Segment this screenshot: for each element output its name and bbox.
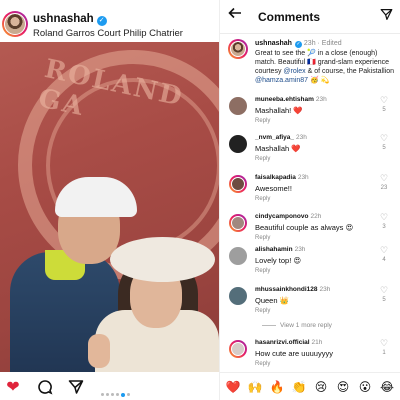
comment-username[interactable]: alishahamin 23h (255, 246, 305, 253)
emoji-clap[interactable]: 👏 (291, 379, 307, 395)
post-username[interactable]: ushnashah ✓ (33, 13, 107, 26)
heart-filled-icon[interactable]: ❤ (3, 379, 23, 397)
emoji-laughing[interactable]: 😂 (379, 379, 395, 395)
caption: ushnashah ✓ 23h · Edited Great to see the… (220, 36, 400, 86)
send-icon[interactable] (66, 379, 86, 397)
comment-username[interactable]: hasanrizvi.official 21h (255, 339, 322, 346)
emoji-surprised[interactable]: 😮 (357, 379, 373, 395)
comment-username[interactable]: faisalkapadia 23h (255, 174, 309, 181)
reply-link[interactable]: Reply (255, 235, 270, 241)
post-photo[interactable]: ROLAND GA (0, 42, 219, 372)
like-count: 23 (380, 185, 388, 191)
reply-link[interactable]: Reply (255, 268, 270, 274)
carousel-indicator (101, 386, 132, 400)
heart-outline-icon[interactable]: ♡ (378, 338, 390, 349)
comment-avatar[interactable] (229, 340, 247, 358)
comment-avatar[interactable] (229, 135, 247, 153)
verified-badge-icon: ✓ (96, 16, 107, 26)
emoji-fire[interactable]: 🔥 (269, 379, 285, 395)
post-actions: ❤ (0, 374, 219, 400)
reply-link[interactable]: Reply (255, 196, 270, 202)
emoji-heart[interactable]: ❤️ (225, 379, 241, 395)
comment-text: Mashallah! ❤️ (255, 106, 303, 115)
heart-outline-icon[interactable]: ♡ (378, 212, 390, 223)
heart-outline-icon[interactable]: ♡ (378, 95, 390, 106)
comment-avatar[interactable] (229, 247, 247, 265)
comment-username[interactable]: cindycamponovo 22h (255, 213, 321, 220)
comment-avatar[interactable] (229, 175, 247, 193)
mention-rolex[interactable]: @rolex (283, 68, 305, 75)
comment-item: faisalkapadia 23h Awesome!! Reply ♡ 23 (220, 173, 400, 213)
comment-avatar[interactable] (229, 287, 247, 305)
post-avatar[interactable] (2, 11, 28, 37)
reply-link[interactable]: Reply (255, 361, 270, 367)
heart-outline-icon[interactable]: ♡ (378, 245, 390, 256)
emoji-crying[interactable]: 😢 (313, 379, 329, 395)
comment-text: Beautiful couple as always 😍 (255, 223, 354, 232)
comment-item: mhussainkhondi128 23h Queen 👑 Reply ♡ 5 (220, 285, 400, 325)
heart-outline-icon[interactable]: ♡ (378, 285, 390, 296)
comment-text: Lovely top! 😍 (255, 256, 302, 265)
emoji-heart-eyes[interactable]: 😍 (335, 379, 351, 395)
like-count: 5 (382, 297, 386, 303)
photo-woman-hat (110, 237, 215, 282)
like-count: 5 (382, 107, 386, 113)
emoji-raised-hands[interactable]: 🙌 (247, 379, 263, 395)
send-icon[interactable] (378, 7, 394, 25)
comment-avatar[interactable] (229, 214, 247, 232)
comment-text: Awesome!! (255, 184, 292, 193)
comment-text: Mashallah ❤️ (255, 144, 301, 153)
post-location[interactable]: Roland Garros Court Philip Chatrier (33, 28, 183, 39)
reply-link[interactable]: Reply (255, 118, 270, 124)
heart-outline-icon[interactable]: ♡ (378, 173, 390, 184)
comment-icon[interactable] (35, 379, 55, 397)
comment-username[interactable]: _nvm_afiya_ 23h (255, 134, 307, 141)
comment-item: _nvm_afiya_ 23h Mashallah ❤️ Reply ♡ 5 (220, 133, 400, 173)
comments-panel: Comments ushnashah ✓ 23h · Edited Great t… (219, 0, 400, 400)
comments-header: Comments (220, 0, 400, 34)
caption-username[interactable]: ushnashah ✓ 23h · Edited (255, 40, 342, 48)
emoji-quick-reactions: ❤️ 🙌 🔥 👏 😢 😍 😮 😂 (220, 372, 400, 400)
verified-badge-icon: ✓ (294, 41, 302, 48)
view-more-replies[interactable]: View 1 more reply (262, 322, 332, 329)
comment-item: alishahamin 23h Lovely top! 😍 Reply ♡ 4 (220, 245, 400, 285)
caption-avatar[interactable] (228, 39, 248, 59)
photo-hand (88, 334, 110, 368)
comment-text: Queen 👑 (255, 296, 289, 305)
comment-username[interactable]: muneeba.ehtisham 23h (255, 96, 327, 103)
comment-item: muneeba.ehtisham 23h Mashallah! ❤️ Reply … (220, 95, 400, 135)
post-panel: ushnashah ✓ Roland Garros Court Philip Ch… (0, 0, 219, 400)
like-count: 4 (382, 257, 386, 263)
comments-title: Comments (258, 10, 321, 24)
comment-text: How cute are uuuuyyyy (255, 349, 333, 358)
mention-hamza[interactable]: @hamza.amin87 (255, 77, 308, 84)
back-arrow-icon[interactable] (226, 6, 244, 26)
reply-link[interactable]: Reply (255, 308, 270, 314)
like-count: 1 (382, 350, 386, 356)
reply-link[interactable]: Reply (255, 156, 270, 162)
post-header: ushnashah ✓ Roland Garros Court Philip Ch… (0, 4, 219, 40)
caption-meta: 23h · Edited (303, 40, 342, 47)
heart-outline-icon[interactable]: ♡ (378, 133, 390, 144)
like-count: 3 (382, 224, 386, 230)
like-count: 5 (382, 145, 386, 151)
caption-text: Great to see the 🎾 in a close (enough) m… (255, 50, 395, 84)
comment-username[interactable]: mhussainkhondi128 23h (255, 286, 330, 293)
comment-avatar[interactable] (229, 97, 247, 115)
